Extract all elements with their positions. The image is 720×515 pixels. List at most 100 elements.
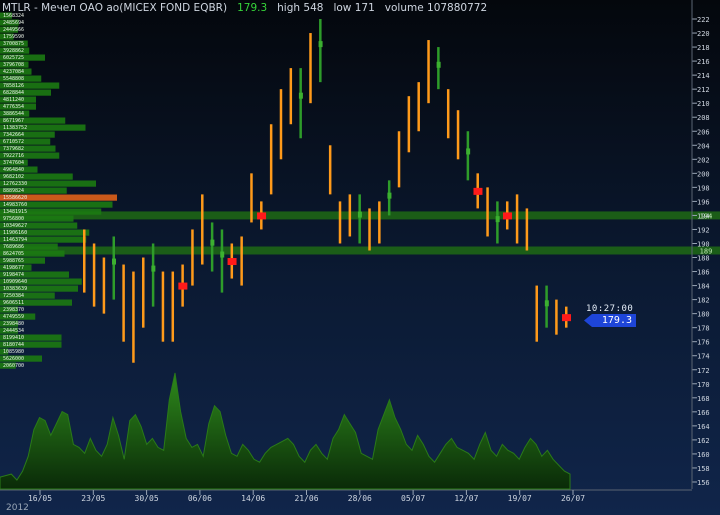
y-tick-label: 174 [697, 353, 710, 361]
signal-marker [562, 314, 571, 322]
x-tick-label: 19/07 [508, 494, 532, 503]
high-value: high 548 [277, 2, 324, 14]
candle [279, 89, 283, 160]
y-tick-label: 202 [697, 156, 710, 164]
volume-profile-label: 15586620 [3, 195, 27, 201]
volume-profile-label: 7689686 [3, 244, 24, 250]
volume-profile-label: 7250384 [3, 293, 24, 299]
candle [378, 201, 381, 244]
candle [240, 236, 243, 286]
candle-body-up [112, 258, 117, 265]
candle-body-up [495, 216, 500, 223]
candle [289, 68, 293, 125]
volume-profile-label: 7858126 [3, 83, 24, 89]
volume-profile-label: 9198474 [3, 272, 24, 278]
candle [338, 201, 342, 244]
candle [83, 229, 86, 293]
volume-profile-label: 6710572 [3, 139, 24, 145]
x-tick-label: 12/07 [454, 494, 478, 503]
y-tick-label: 210 [697, 100, 710, 108]
candle-body-up [357, 211, 362, 218]
volume-profile-label: 4237084 [3, 69, 24, 75]
y-tick-label: 190 [697, 240, 710, 248]
candle [132, 271, 135, 363]
volume-profile-label: 7379682 [3, 146, 24, 152]
candle [535, 285, 538, 342]
y-tick-label: 194 [697, 212, 710, 220]
volume-profile-label: 2398370 [3, 307, 24, 313]
y-tick-label: 180 [697, 311, 710, 319]
volume-profile-label: 2444534 [3, 328, 24, 334]
volume-profile-label: 8180744 [3, 342, 24, 348]
chart-window: 194 189 1568324 2485694 2449566 1759590 370087… [0, 0, 720, 515]
volume-profile-label: 14983760 [3, 202, 27, 208]
candle [496, 201, 499, 244]
candle [456, 110, 460, 160]
volume-value: volume 107880772 [384, 2, 488, 14]
candle [446, 89, 450, 139]
volume-profile-label: 6828844 [3, 90, 24, 96]
candle [122, 264, 125, 342]
candle [407, 96, 411, 153]
level-band [0, 246, 720, 255]
volume-profile-label: 3928862 [3, 48, 24, 54]
candle [525, 208, 529, 251]
y-tick-label: 192 [697, 226, 710, 234]
volume-profile-label: 7922716 [3, 153, 24, 159]
y-tick-label: 206 [697, 128, 710, 136]
volume-profile-label: 2060700 [3, 363, 24, 369]
volume-profile-label: 4776354 [3, 104, 24, 110]
candle [427, 40, 430, 104]
current-price-tag: 179.3 [584, 314, 636, 327]
candle-body-up [298, 92, 303, 99]
candle-body-up [436, 61, 441, 68]
candle [397, 131, 401, 188]
candle-body-up [151, 265, 156, 272]
y-tick-label: 214 [697, 72, 710, 80]
signal-marker [178, 282, 188, 290]
candle [348, 194, 352, 237]
y-tick-label: 204 [697, 142, 710, 150]
volume-profile-label: 10909640 [3, 279, 27, 285]
candle-body-up [466, 148, 471, 155]
candle [112, 236, 116, 300]
volume-profile-label: 4964840 [3, 167, 24, 173]
volume-profile-label: 11463794 [3, 237, 27, 243]
x-tick-label: 28/06 [348, 494, 372, 503]
volume-profile-label: 8199410 [3, 335, 24, 341]
x-tick-label: 05/07 [401, 494, 425, 503]
volume-profile-label: 4198677 [3, 265, 24, 271]
volume-profile-label: 9756800 [3, 216, 24, 222]
candle [191, 229, 194, 286]
volume-profile-label: 10383639 [3, 286, 27, 292]
volume-profile-label: 2449566 [3, 27, 24, 33]
x-tick-label: 06/06 [188, 494, 212, 503]
y-tick-label: 176 [697, 339, 710, 347]
candle [555, 299, 558, 335]
volume-profile-label: 4811240 [3, 97, 24, 103]
candle [102, 257, 106, 314]
candle [515, 194, 519, 244]
y-tick-label: 212 [697, 86, 710, 94]
candle [368, 208, 371, 251]
y-tick-label: 160 [697, 451, 710, 459]
signal-marker [227, 258, 237, 266]
candle [151, 243, 155, 307]
candle [250, 173, 253, 223]
volume-profile-label: 11383752 [3, 125, 27, 131]
last-trade-time: 10:27:00 [586, 304, 634, 314]
candle [220, 229, 224, 293]
y-tick-label: 186 [697, 269, 710, 277]
volume-profile-label: 12762330 [3, 181, 27, 187]
candle [299, 68, 302, 139]
y-tick-label: 184 [697, 283, 710, 291]
y-tick-label: 218 [697, 44, 710, 52]
volume-profile-label: 5988765 [3, 258, 24, 264]
volume-profile-label: 1759590 [3, 34, 24, 40]
y-tick-label: 162 [697, 437, 710, 445]
volume-profile-label: 9606511 [3, 300, 24, 306]
volume-profile-label: 11906160 [3, 230, 27, 236]
x-tick-label: 14/06 [241, 494, 265, 503]
price-chart: 1941891568324248569424495661759590370087… [0, 0, 720, 503]
volume-profile-label: 2398480 [3, 321, 24, 327]
